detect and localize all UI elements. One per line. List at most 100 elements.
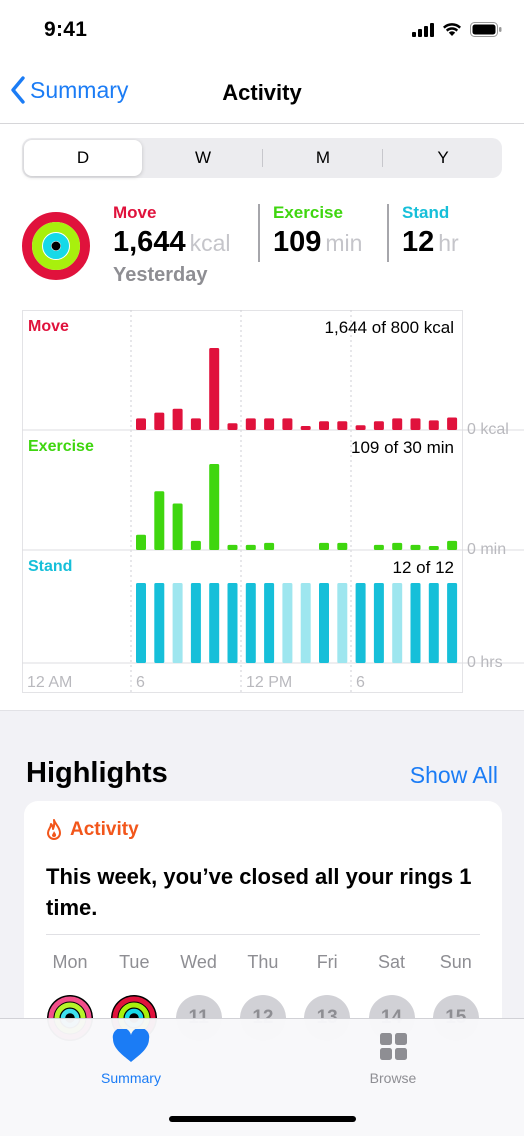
segment-divider	[382, 149, 383, 167]
status-time: 9:41	[44, 18, 88, 41]
exercise-bar	[337, 542, 348, 550]
metric-separator	[387, 204, 389, 262]
highlight-category: Activity	[46, 819, 139, 841]
exercise-bar	[373, 544, 384, 550]
stand-bar	[209, 583, 220, 663]
tab-summary[interactable]: Summary	[71, 1027, 191, 1086]
heart-icon	[112, 1027, 150, 1062]
segment-year[interactable]: Y	[384, 140, 502, 176]
exercise-label: Exercise	[273, 203, 343, 222]
exercise-bar	[136, 534, 146, 550]
x-tick-label: 12 AM	[27, 674, 73, 691]
move-bar	[410, 418, 421, 430]
segment-day[interactable]: D	[24, 140, 142, 176]
battery-icon	[470, 22, 502, 37]
exercise-bar	[392, 542, 403, 550]
day-label: Tue	[119, 952, 150, 972]
exercise-bar	[447, 540, 458, 550]
exercise-metric: Exercise 109 min	[273, 203, 362, 259]
move-bar	[245, 418, 256, 430]
move-bar	[282, 418, 293, 430]
day-label: Sat	[377, 952, 406, 972]
stand-bar	[136, 583, 146, 663]
home-indicator	[169, 1116, 356, 1122]
move-bar	[355, 425, 366, 430]
exercise-unit: min	[325, 230, 363, 256]
stand-bar	[282, 583, 293, 663]
exercise-bar	[245, 544, 256, 550]
stand-bar	[245, 583, 256, 663]
tab-browse[interactable]: Browse	[333, 1029, 453, 1086]
move-panel-label: Move	[28, 318, 69, 335]
move-bar	[447, 417, 458, 430]
stand-axis-label: 0 hrs	[467, 654, 503, 671]
exercise-bar	[172, 503, 183, 550]
stand-unit: hr	[438, 230, 459, 256]
stand-value: 12	[402, 226, 435, 258]
stand-bar	[447, 583, 458, 663]
move-metric: Move 1,644 kcal	[113, 203, 230, 259]
segment-week[interactable]: W	[144, 140, 262, 176]
day-label: Wed	[180, 952, 217, 972]
stand-panel-label: Stand	[28, 558, 73, 575]
stand-bar	[337, 583, 348, 663]
exercise-panel-label: Exercise	[28, 438, 94, 455]
tab-summary-label: Summary	[101, 1070, 161, 1086]
exercise-bar	[190, 540, 201, 550]
activity-chart-svg	[22, 310, 524, 693]
stand-bar	[428, 583, 439, 663]
move-panel-total: 1,644 of 800 kcal	[324, 318, 454, 337]
stand-bar	[154, 583, 165, 663]
move-value-row: 1,644 kcal	[113, 226, 230, 259]
stand-bar	[410, 583, 421, 663]
move-bar	[190, 418, 201, 430]
tab-browse-label: Browse	[369, 1070, 417, 1086]
exercise-bar	[319, 542, 329, 550]
x-tick-label: 6	[356, 674, 365, 691]
segment-divider	[262, 149, 263, 167]
highlight-category-label: Activity	[70, 819, 139, 840]
card-divider	[46, 934, 480, 935]
move-bar	[392, 418, 403, 430]
move-bar	[337, 421, 348, 430]
cellular-signal-icon	[412, 22, 434, 37]
move-bar	[136, 418, 146, 430]
grid-icon	[380, 1033, 407, 1060]
exercise-bar	[227, 544, 238, 550]
exercise-axis-label: 0 min	[467, 541, 507, 558]
nav-bar: Summary Activity	[0, 62, 524, 124]
exercise-bar	[428, 546, 439, 550]
move-bar	[172, 408, 183, 430]
move-bar	[154, 412, 165, 430]
move-unit: kcal	[189, 230, 231, 256]
move-bar	[300, 426, 311, 430]
exercise-bar	[209, 464, 220, 550]
exercise-bar	[264, 542, 275, 550]
exercise-bar	[154, 491, 165, 550]
stand-bar	[300, 583, 311, 663]
period-segmented-control: D W M Y	[22, 138, 502, 178]
move-value: 1,644	[113, 226, 186, 258]
x-tick-label: 12 PM	[246, 674, 293, 691]
stand-value-row: 12 hr	[402, 226, 459, 259]
stand-bar	[355, 583, 366, 663]
move-bar	[428, 420, 439, 430]
exercise-value: 109	[273, 226, 322, 258]
move-bar	[319, 421, 329, 430]
activity-rings-icon	[22, 212, 90, 280]
metric-separator	[258, 204, 260, 262]
stand-bar	[264, 583, 275, 663]
page-title: Activity	[222, 80, 302, 105]
exercise-bar	[410, 544, 421, 550]
stand-bar	[227, 583, 238, 663]
status-bar: 9:41	[0, 0, 524, 62]
show-all-link[interactable]: Show All	[410, 762, 498, 789]
exercise-panel-total: 109 of 30 min	[350, 438, 454, 457]
stand-bar	[319, 583, 329, 663]
segment-month[interactable]: M	[264, 140, 382, 176]
stand-bar	[392, 583, 403, 663]
day-label: Sun	[439, 952, 472, 972]
status-icons	[412, 22, 502, 37]
stand-bar	[190, 583, 201, 663]
move-bar	[373, 421, 384, 430]
